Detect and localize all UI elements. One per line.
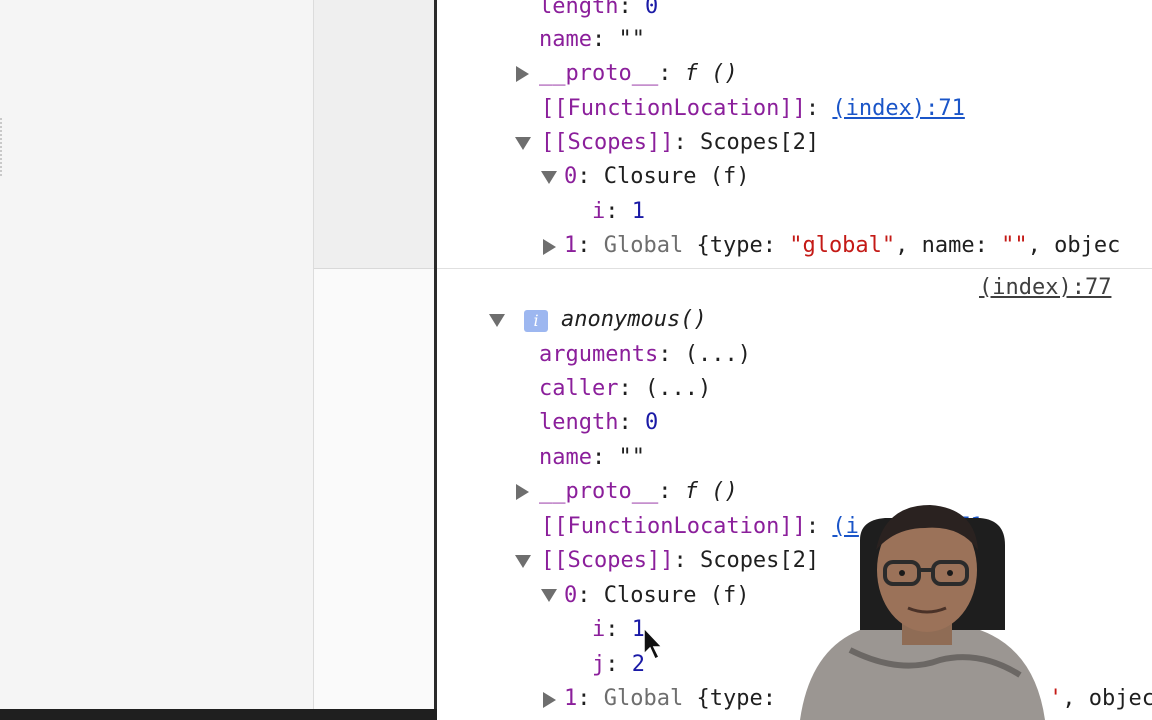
object-preview-tail: , objec	[1062, 686, 1152, 711]
prop-value: 0	[644, 0, 659, 19]
expand-triangle-icon[interactable]	[516, 66, 529, 82]
scope-closure[interactable]: 0: Closure (f)	[564, 579, 749, 613]
prop-proto[interactable]: __proto__: f ()	[539, 57, 738, 91]
expand-triangle-icon[interactable]	[543, 692, 556, 708]
prop-key: caller	[539, 376, 619, 401]
info-icon: i	[524, 310, 548, 332]
scope-label: Global	[603, 686, 684, 711]
prop-value: 0	[644, 410, 659, 435]
collapse-triangle-icon[interactable]	[489, 314, 505, 327]
scope-label: Global	[603, 233, 684, 258]
prop-key: [[FunctionLocation]]	[541, 96, 806, 121]
scope-global[interactable]: 1: Global {type:	[564, 682, 776, 716]
scope-label: Closure (f)	[603, 164, 750, 189]
prop-key: __proto__	[539, 61, 659, 86]
prop-value: f ()	[684, 479, 738, 504]
name-key: , name:	[895, 233, 1002, 258]
scope-global-tail: ', objec	[1049, 682, 1152, 716]
prop-key: [[Scopes]]	[541, 130, 674, 155]
collapse-triangle-icon[interactable]	[515, 555, 531, 568]
prop-caller[interactable]: caller: (...)	[539, 372, 711, 406]
prop-key: name	[539, 445, 592, 470]
prop-key: arguments	[539, 342, 659, 367]
source-link[interactable]: (index):77	[979, 275, 1111, 300]
name-value: ""	[1001, 233, 1028, 258]
prop-length: length: 0	[539, 0, 658, 24]
prop-key: length	[539, 0, 619, 19]
prop-proto[interactable]: __proto__: f ()	[539, 475, 738, 509]
scope-index: 1	[564, 686, 578, 711]
collapse-triangle-icon[interactable]	[541, 589, 557, 602]
prop-key: name	[539, 27, 592, 52]
prop-value: ""	[618, 27, 645, 52]
object-preview-tail: , objec	[1027, 233, 1121, 258]
prop-arguments[interactable]: arguments: (...)	[539, 338, 751, 372]
var-i: i: 1	[592, 617, 645, 642]
prop-key: [[FunctionLocation]]	[541, 514, 806, 539]
object-preview-start: {type:	[696, 233, 790, 258]
scope-closure[interactable]: 0: Closure (f)	[564, 160, 749, 194]
prop-value: f ()	[684, 61, 738, 86]
scope-index: 0	[564, 164, 578, 189]
function-name: anonymous()	[561, 307, 707, 332]
left-pane	[0, 0, 313, 720]
prop-key: __proto__	[539, 479, 659, 504]
presenter-webcam-overlay	[800, 505, 1045, 720]
middle-pane-bottom	[314, 269, 435, 720]
prop-value: Scopes[2]	[699, 130, 820, 155]
expand-triangle-icon[interactable]	[516, 484, 529, 500]
prop-value: (...)	[684, 342, 751, 367]
prop-name: name: ""	[539, 445, 645, 470]
scope-index: 0	[564, 583, 578, 608]
prop-length: length: 0	[539, 410, 659, 435]
bottom-bar	[0, 709, 437, 720]
scope-label: Closure (f)	[603, 583, 750, 608]
pane-resize-grip[interactable]	[0, 118, 5, 176]
var-j: j: 2	[592, 652, 645, 677]
collapse-triangle-icon[interactable]	[515, 137, 531, 150]
prop-key: length	[539, 410, 619, 435]
function-title[interactable]: anonymous()	[561, 303, 707, 337]
source-link[interactable]: (index):71	[832, 96, 964, 121]
mouse-cursor-icon	[643, 626, 664, 661]
prop-function-location: [[FunctionLocation]]: (index):71	[541, 96, 965, 121]
prop-value: ""	[618, 445, 645, 470]
var-key: i	[592, 199, 606, 224]
prop-name: name: ""	[539, 27, 645, 52]
prop-scopes[interactable]: [[Scopes]]: Scopes[2]	[541, 126, 819, 160]
var-key: i	[592, 617, 606, 642]
prop-scopes[interactable]: [[Scopes]]: Scopes[2]	[541, 544, 819, 578]
message-source: (index):77	[979, 271, 1111, 305]
collapse-triangle-icon[interactable]	[541, 171, 557, 184]
middle-pane-top	[314, 0, 435, 269]
prop-key: [[Scopes]]	[541, 548, 674, 573]
var-value: 1	[631, 199, 645, 224]
prop-value: (...)	[644, 376, 712, 401]
message-separator	[437, 268, 1152, 269]
scope-index: 1	[564, 233, 578, 258]
object-preview-start: {type:	[696, 686, 776, 711]
expand-triangle-icon[interactable]	[543, 239, 556, 255]
var-i: i: 1	[592, 199, 645, 224]
scope-global[interactable]: 1: Global {type: "global", name: "", obj…	[564, 229, 1120, 263]
middle-pane	[313, 0, 435, 720]
var-key: j	[592, 652, 606, 677]
type-value: "global"	[789, 233, 896, 258]
